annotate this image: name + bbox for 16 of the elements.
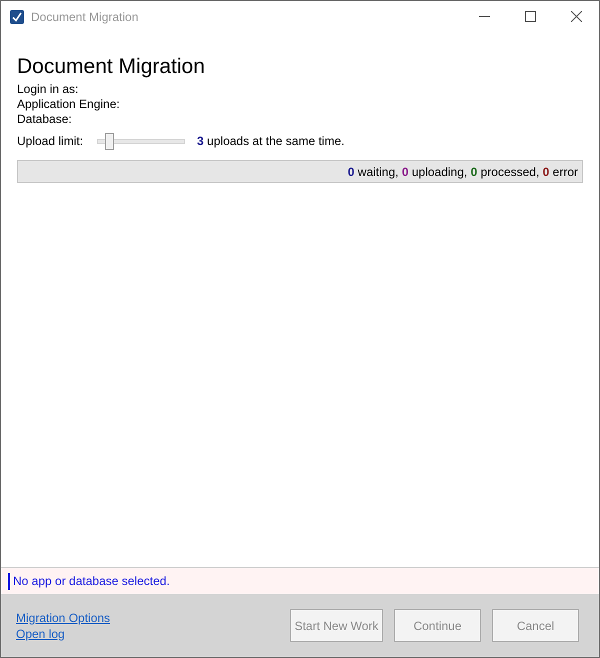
window-title: Document Migration [31, 10, 140, 24]
maximize-icon[interactable] [524, 11, 536, 22]
footer-link[interactable]: Open log [16, 626, 279, 642]
status-text: 0 waiting, 0 uploading, 0 processed, 0 error [348, 164, 578, 178]
close-icon[interactable] [570, 11, 582, 22]
info-label: Database: [17, 112, 73, 127]
status-message: No app or database selected. [8, 572, 170, 590]
upload-limit-text: 3 uploads at the same time. [197, 134, 344, 148]
upload-limit-label: Upload limit: [17, 134, 84, 148]
upload-limit-slider[interactable] [97, 132, 186, 150]
app-icon [10, 10, 24, 24]
info-label: Application Engine: [17, 97, 121, 112]
footer-link[interactable]: Migration Options [16, 610, 279, 626]
slider-thumb[interactable] [104, 132, 114, 150]
page-heading: Document Migration [17, 55, 206, 79]
info-label: Login in as: [17, 82, 80, 97]
